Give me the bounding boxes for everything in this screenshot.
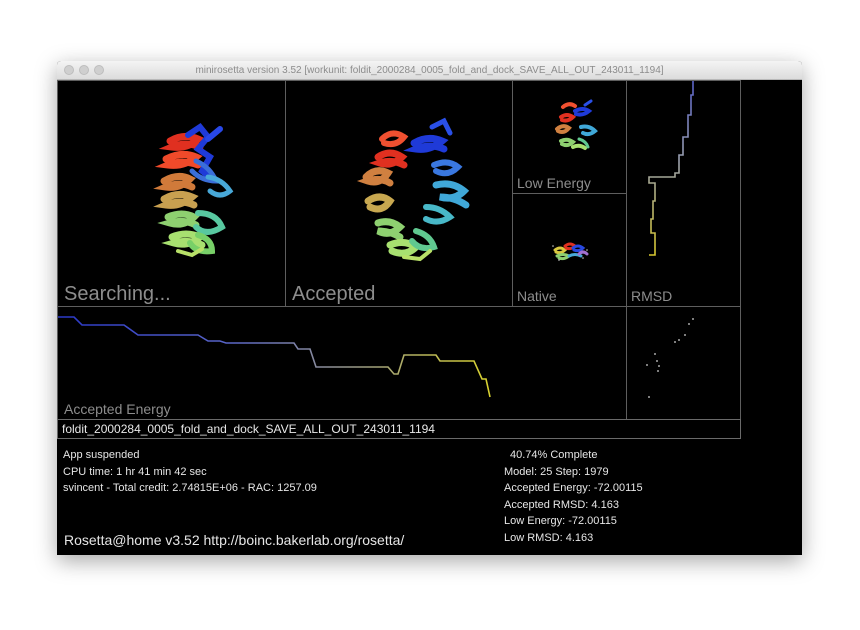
low-rmsd-value: Low RMSD: 4.163: [504, 531, 594, 544]
low-energy-value: Low Energy: -72.00115: [504, 515, 617, 527]
percent-complete: 40.74% Complete: [510, 449, 598, 461]
accepted-energy-label: Accepted Energy: [64, 401, 171, 417]
graphics-area: Searching... Accepted Low Energy Native …: [57, 80, 802, 555]
energy-rmsd-scatter: [646, 318, 694, 398]
accepted-energy-value: Accepted Energy: -72.00115: [504, 482, 643, 494]
app-state: App suspended: [63, 449, 140, 461]
cpu-time: CPU time: 1 hr 41 min 42 sec: [63, 465, 207, 478]
native-label: Native: [517, 288, 557, 304]
rmsd-trace: [648, 81, 694, 256]
accepted-protein-image: [356, 117, 470, 262]
accepted-label: Accepted: [292, 283, 376, 305]
energy-rmsd-scatter-panel: [626, 306, 741, 420]
searching-protein-image: [153, 122, 234, 258]
title-bar[interactable]: minirosetta version 3.52 [workunit: fold…: [57, 61, 802, 80]
model-step: Model: 25 Step: 1979: [504, 465, 609, 478]
low-energy-label: Low Energy: [517, 175, 591, 191]
credit-info: svincent - Total credit: 2.74815E+06 - R…: [63, 482, 317, 494]
progress-info: 40.74% Complete Model: 25 Step: 1979 Acc…: [504, 447, 643, 546]
rosetta-footer: Rosetta@home v3.52 http://boinc.bakerlab…: [64, 532, 405, 548]
searching-panel: Searching...: [57, 80, 286, 307]
rmsd-label: RMSD: [631, 288, 673, 304]
status-info: App suspended CPU time: 1 hr 41 min 42 s…: [63, 447, 317, 497]
workunit-name-bar: foldit_2000284_0005_fold_and_dock_SAVE_A…: [57, 419, 741, 439]
accepted-rmsd-value: Accepted RMSD: 4.163: [504, 498, 619, 511]
native-panel: Native: [512, 193, 627, 307]
rmsd-panel: RMSD: [626, 80, 741, 307]
searching-label: Searching...: [64, 283, 171, 305]
low-energy-panel: Low Energy: [512, 80, 627, 194]
minirosetta-window: minirosetta version 3.52 [workunit: fold…: [57, 61, 802, 555]
window-title: minirosetta version 3.52 [workunit: fold…: [195, 65, 664, 76]
accepted-energy-panel: Accepted Energy: [57, 306, 627, 420]
accepted-panel: Accepted: [285, 80, 513, 307]
